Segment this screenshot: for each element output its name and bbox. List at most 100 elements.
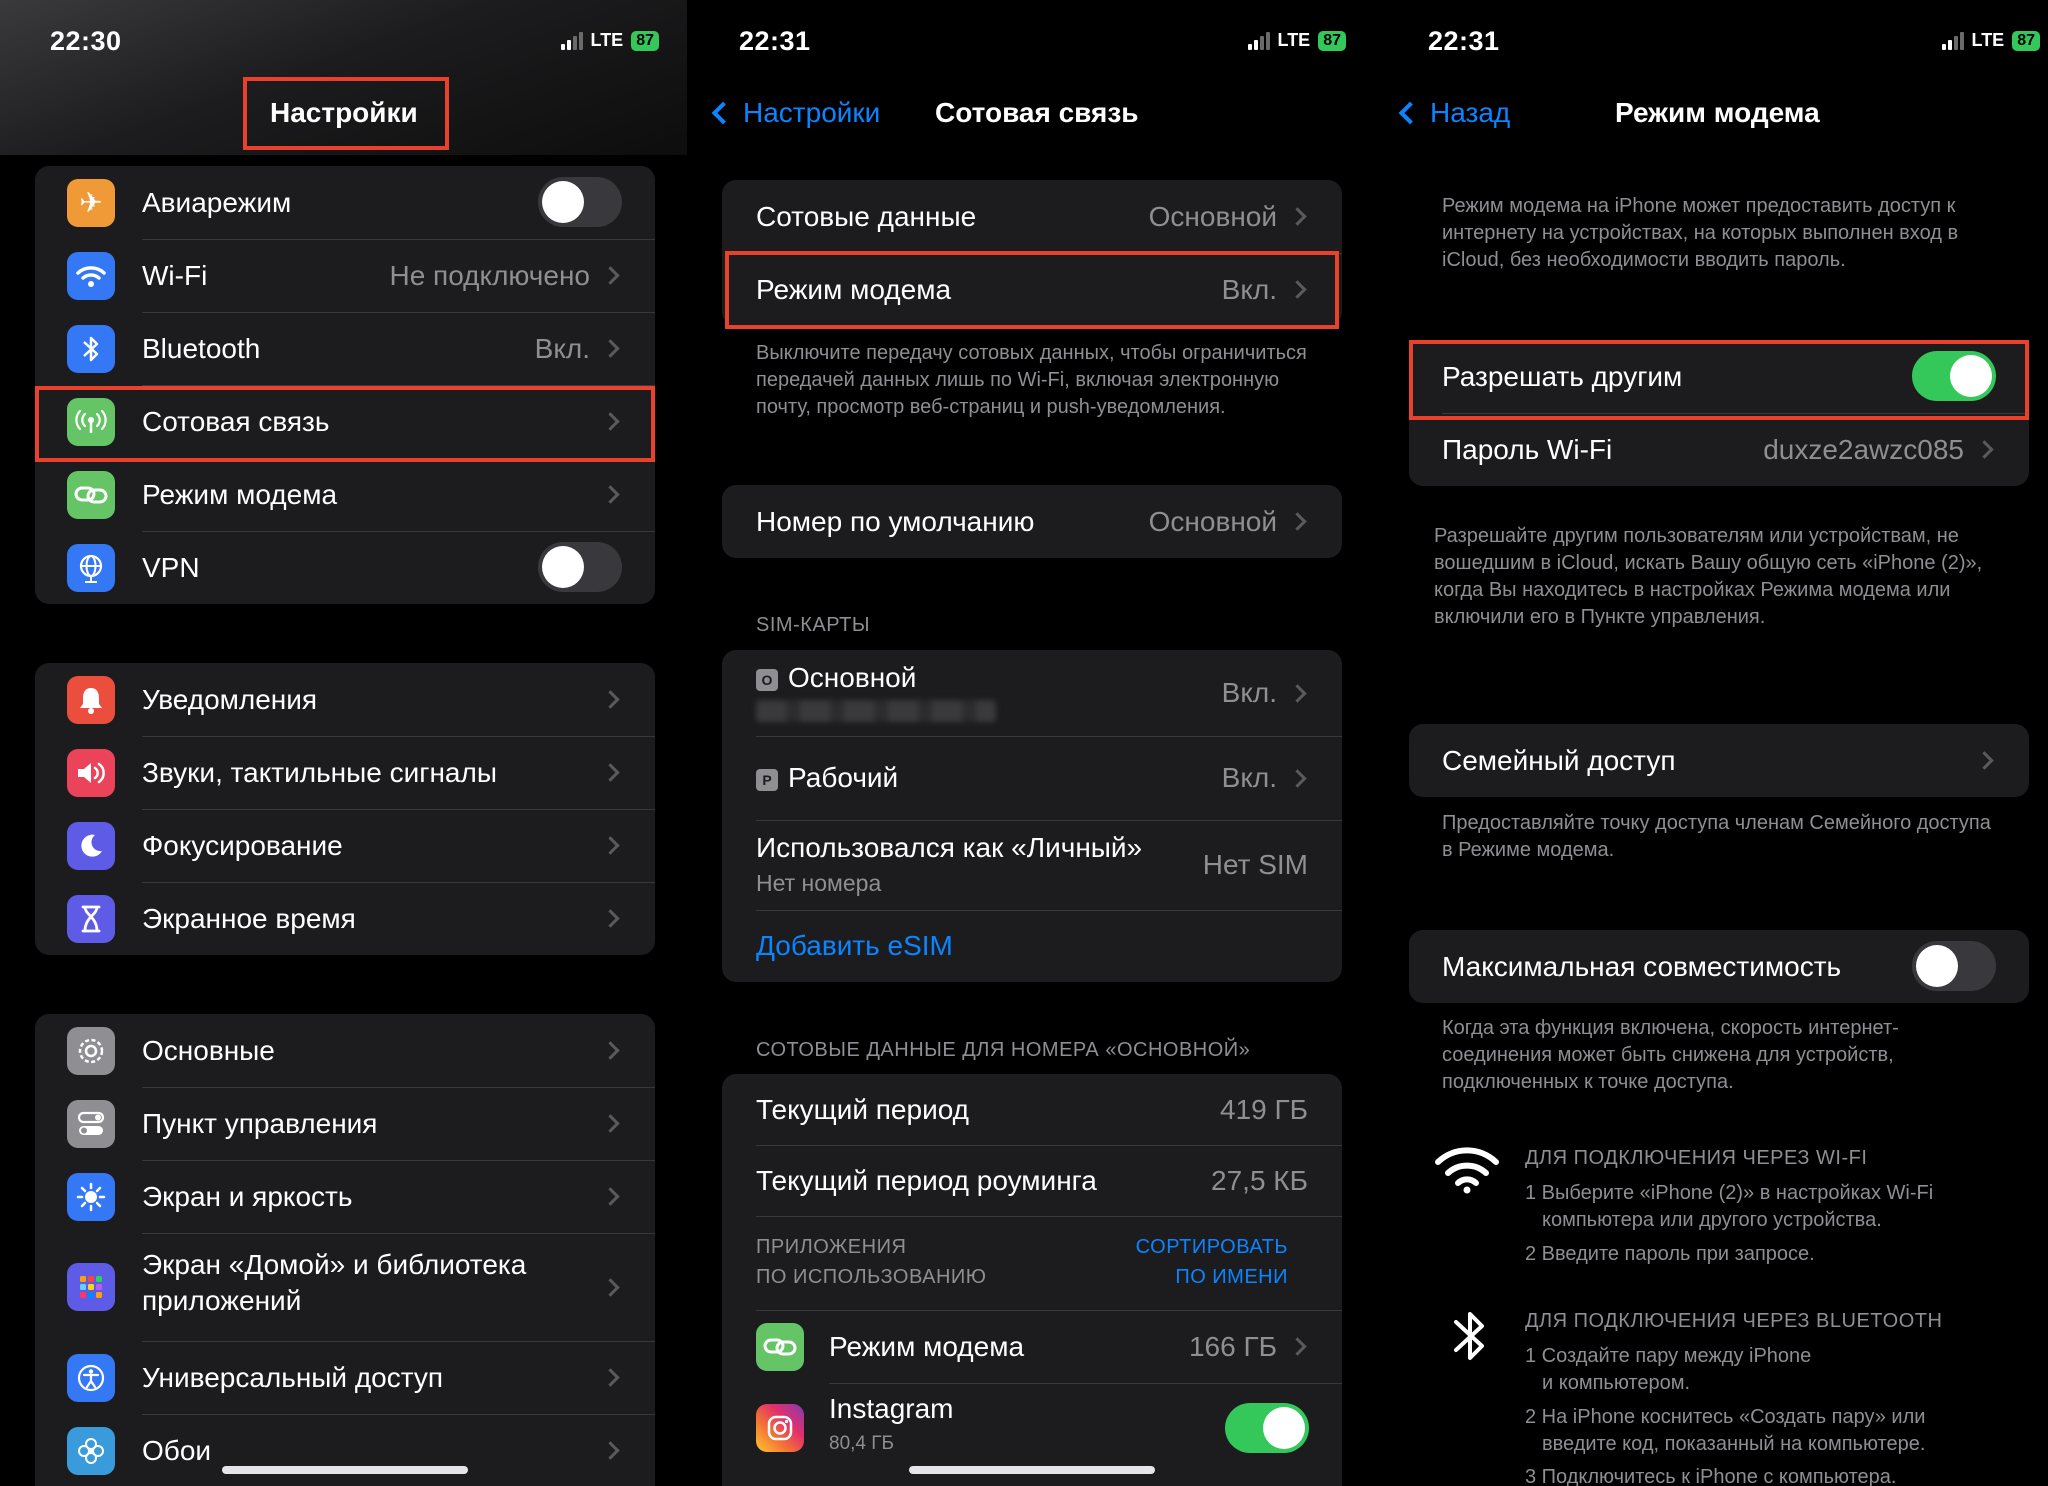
status-time: 22:31 xyxy=(1428,26,1500,56)
family-footnote: Предоставляйте точку доступа членам Семе… xyxy=(1442,812,1991,861)
data-usage-group: Текущий период 419 ГБ Текущий период роу… xyxy=(722,1074,1342,1486)
bt-step-2: 2 На iPhone коснитесь «Создать пару» или xyxy=(1525,1406,1926,1428)
allow-others-footnote: Разрешайте другим пользователям или устр… xyxy=(1434,525,1983,628)
row-label: Сотовая связь xyxy=(142,405,330,437)
chevron-right-icon xyxy=(601,1114,620,1133)
back-button[interactable]: Назад xyxy=(1394,97,1510,129)
row-label: Режим модема xyxy=(756,273,952,305)
row-wallpaper[interactable]: Обои xyxy=(35,1414,655,1486)
speaker-icon xyxy=(67,748,115,797)
hotspot-intro: Режим модема на iPhone может предоставит… xyxy=(1442,195,1959,271)
row-focus[interactable]: Фокусирование xyxy=(35,809,655,882)
wifi-large-icon xyxy=(1434,1145,1500,1200)
switches-icon xyxy=(67,1099,115,1148)
row-airplane-mode[interactable]: ✈ Авиарежим xyxy=(35,166,655,239)
allow-others-toggle[interactable] xyxy=(1912,351,1996,401)
row-personal-hotspot[interactable]: Режим модема Вкл. xyxy=(722,253,1342,326)
row-control-center[interactable]: Пункт управления xyxy=(35,1087,655,1160)
network-type: LTE xyxy=(1277,30,1311,50)
default-number-group: Номер по умолчанию Основной xyxy=(722,485,1342,558)
accessibility-icon xyxy=(67,1353,115,1402)
settings-group-notifications: Уведомления Звуки, тактильные сигналы Фо… xyxy=(35,663,655,955)
row-allow-others: Разрешать другим xyxy=(1409,340,2029,413)
airplane-mode-toggle[interactable] xyxy=(538,177,622,227)
chain-link-icon xyxy=(67,470,115,519)
row-personal-hotspot[interactable]: Режим модема xyxy=(35,458,655,531)
row-wifi[interactable]: Wi-Fi Не подключено xyxy=(35,239,655,312)
moon-icon xyxy=(67,821,115,870)
row-label: Универсальный доступ xyxy=(142,1361,444,1393)
instagram-data-toggle[interactable] xyxy=(1225,1403,1309,1453)
sim-tag: O xyxy=(756,668,778,691)
data-usage-section-header: СОТОВЫЕ ДАННЫЕ ДЛЯ НОМЕРА «ОСНОВНОЙ» xyxy=(756,1039,1251,1061)
sort-button-line2[interactable]: ПО ИМЕНИ xyxy=(1175,1266,1288,1289)
sort-button-line1[interactable]: СОРТИРОВАТЬ xyxy=(1136,1236,1288,1259)
row-sounds[interactable]: Звуки, тактильные сигналы xyxy=(35,736,655,809)
page-title: Сотовая связь xyxy=(935,97,1139,128)
row-label: Режим модема xyxy=(829,1330,1025,1362)
row-screen-time[interactable]: Экранное время xyxy=(35,882,655,955)
row-label: Использовался как «Личный» xyxy=(756,832,1143,863)
row-max-compat: Максимальная совместимость xyxy=(1409,930,2029,1003)
chevron-right-icon xyxy=(601,1041,620,1060)
row-sim-work[interactable]: P Рабочий Вкл. xyxy=(722,736,1342,820)
redacted-phone-number xyxy=(756,700,996,722)
signal-icon xyxy=(560,31,583,50)
compat-footnote: Когда эта функция включена, скорость инт… xyxy=(1442,1017,1899,1093)
chevron-left-icon xyxy=(711,101,735,125)
network-type: LTE xyxy=(1971,30,2005,50)
row-wifi-password[interactable]: Пароль Wi-Fi duxze2awzc085 xyxy=(1409,413,2029,486)
sun-icon xyxy=(67,1172,115,1221)
home-indicator[interactable] xyxy=(909,1466,1155,1474)
row-cellular[interactable]: Сотовая связь xyxy=(35,385,655,458)
row-label: Текущий период xyxy=(756,1093,970,1125)
chevron-right-icon xyxy=(1975,440,1994,459)
row-label: Экран и яркость xyxy=(142,1180,353,1212)
home-indicator[interactable] xyxy=(222,1466,468,1474)
apps-header-line2: ПО ИСПОЛЬЗОВАНИЮ xyxy=(756,1266,987,1288)
app-grid-icon xyxy=(67,1263,115,1311)
status-bar: 22:31 LTE 87 xyxy=(687,22,1374,62)
cellular-data-group: Сотовые данные Основной Режим модема Вкл… xyxy=(722,180,1342,326)
row-accessibility[interactable]: Универсальный доступ xyxy=(35,1341,655,1414)
row-general[interactable]: Основные xyxy=(35,1014,655,1087)
row-personal-sim: Использовался как «Личный» Нет номера Не… xyxy=(722,820,1342,910)
max-compat-toggle[interactable] xyxy=(1912,941,1996,991)
apps-sort-header: ПРИЛОЖЕНИЯ ПО ИСПОЛЬЗОВАНИЮ СОРТИРОВАТЬ … xyxy=(722,1216,1342,1310)
add-esim-button[interactable]: Добавить eSIM xyxy=(722,910,1342,982)
airplane-icon: ✈ xyxy=(67,178,115,227)
row-label: Пункт управления xyxy=(142,1107,378,1139)
row-family-sharing[interactable]: Семейный доступ xyxy=(1409,724,2029,797)
chevron-right-icon xyxy=(601,1187,620,1206)
row-home-screen[interactable]: Экран «Домой» и библиотека приложений xyxy=(35,1233,655,1341)
vpn-toggle[interactable] xyxy=(538,542,622,592)
row-vpn[interactable]: VPN xyxy=(35,531,655,604)
wifi-icon xyxy=(67,251,115,300)
row-bluetooth[interactable]: Bluetooth Вкл. xyxy=(35,312,655,385)
back-button[interactable]: Настройки xyxy=(707,97,880,129)
row-value: Нет SIM xyxy=(1202,849,1308,880)
battery-icon: 87 xyxy=(631,30,659,51)
battery-icon: 87 xyxy=(1318,30,1346,51)
row-notifications[interactable]: Уведомления xyxy=(35,663,655,736)
page-title: Режим модема xyxy=(1615,97,1820,128)
network-type: LTE xyxy=(590,30,624,50)
sim-group: O Основной Вкл. P Рабочий Вкл. Использовал… xyxy=(722,650,1342,982)
row-cellular-data[interactable]: Сотовые данные Основной xyxy=(722,180,1342,253)
settings-screen: 22:30 LTE 87 Настройки ✈ Авиарежим Wi-Fi… xyxy=(0,0,687,1486)
row-sim-primary[interactable]: O Основной Вкл. xyxy=(722,650,1342,736)
chevron-right-icon xyxy=(601,412,620,431)
row-label: Экран «Домой» и библиотека xyxy=(142,1249,527,1280)
row-label: Instagram xyxy=(829,1393,954,1424)
row-value: Основной xyxy=(1148,505,1277,537)
row-app-hotspot[interactable]: Режим модема 166 ГБ xyxy=(722,1310,1342,1383)
row-default-number[interactable]: Номер по умолчанию Основной xyxy=(722,485,1342,558)
row-label: Режим модема xyxy=(142,478,338,510)
settings-group-connectivity: ✈ Авиарежим Wi-Fi Не подключено Bluetoot… xyxy=(35,166,655,604)
bt-step-1-cont: и компьютером. xyxy=(1542,1372,1690,1394)
bt-step-3: 3 Подключитесь к iPhone с компьютера. xyxy=(1525,1466,1897,1486)
row-display[interactable]: Экран и яркость xyxy=(35,1160,655,1233)
hourglass-icon xyxy=(67,894,115,943)
row-value: Не подключено xyxy=(389,259,590,291)
chevron-right-icon xyxy=(601,836,620,855)
